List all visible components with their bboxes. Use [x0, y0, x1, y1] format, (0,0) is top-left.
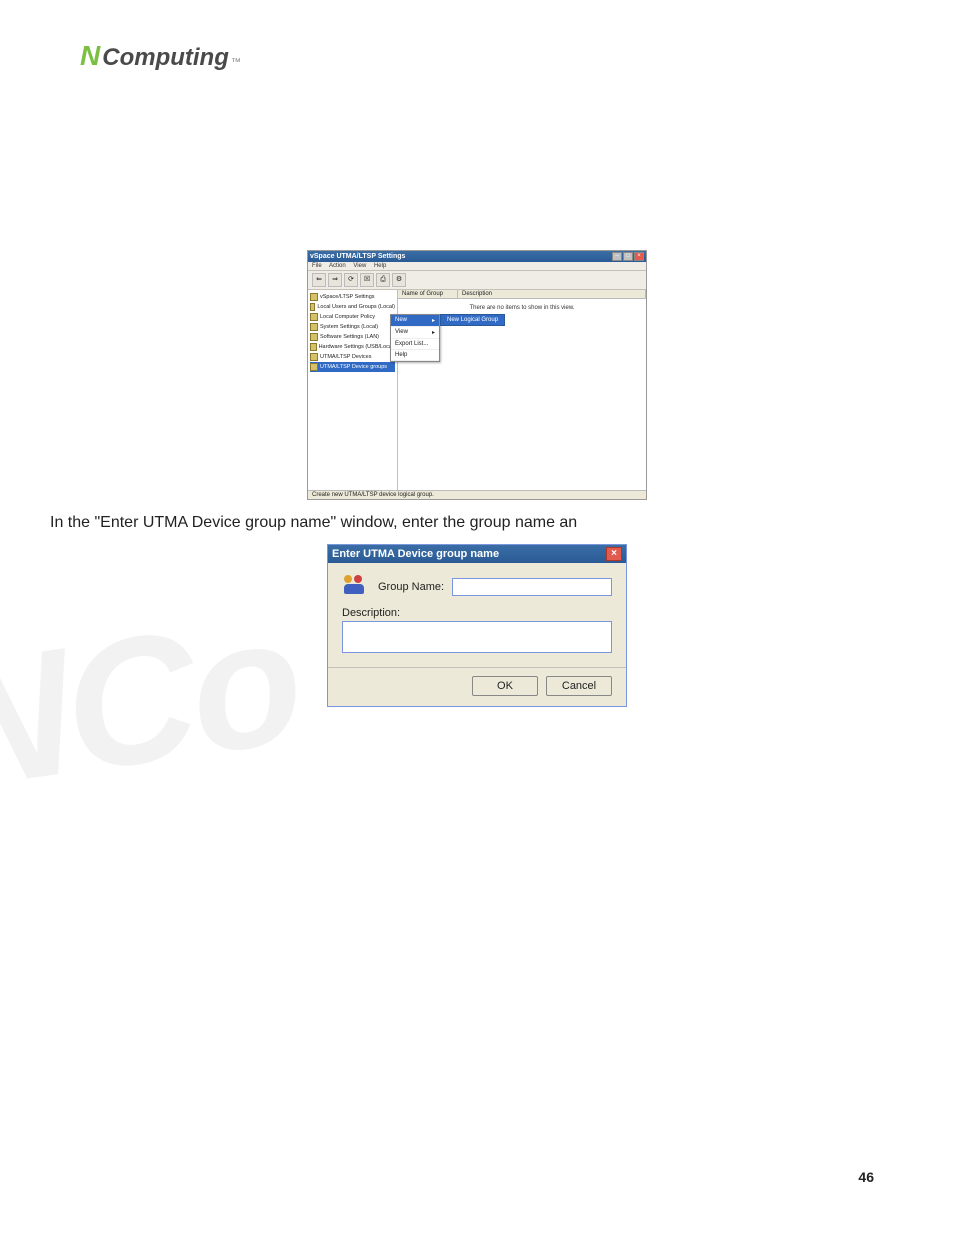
dialog-title: Enter UTMA Device group name — [332, 548, 499, 560]
page-number: 46 — [858, 1169, 874, 1185]
folder-icon — [310, 293, 318, 301]
logo-trademark: ™ — [231, 57, 241, 68]
group-name-dialog: Enter UTMA Device group name × Group Nam… — [327, 544, 627, 707]
list-header: Name of Group Description — [398, 290, 646, 299]
menu-help[interactable]: Help — [374, 263, 386, 269]
toolbar-forward-icon[interactable]: ⇒ — [328, 273, 342, 287]
empty-message: There are no items to show in this view. — [398, 305, 646, 311]
folder-icon — [310, 333, 318, 341]
tree-item[interactable]: Software Settings (LAN) — [310, 332, 395, 342]
logo-text: Computing — [102, 44, 229, 72]
description-input[interactable] — [342, 621, 612, 653]
toolbar-back-icon[interactable]: ⇐ — [312, 273, 326, 287]
folder-icon — [310, 343, 317, 351]
toolbar-export-icon[interactable]: ⎙ — [376, 273, 390, 287]
column-description[interactable]: Description — [458, 290, 646, 298]
folder-icon — [310, 303, 315, 311]
chevron-right-icon: ▸ — [432, 317, 435, 324]
maximize-button[interactable]: □ — [623, 252, 633, 261]
cancel-button[interactable]: Cancel — [546, 676, 612, 696]
window-buttons: – □ × — [612, 252, 644, 261]
group-name-input[interactable] — [452, 578, 612, 596]
context-menu-new[interactable]: New▸ — [391, 315, 439, 327]
window-title: vSpace UTMA/LTSP Settings — [310, 253, 405, 260]
dialog-close-button[interactable]: × — [606, 547, 622, 561]
tree-item[interactable]: Local Users and Groups (Local) — [310, 302, 395, 312]
toolbar-refresh-icon[interactable]: ⟳ — [344, 273, 358, 287]
menu-action[interactable]: Action — [329, 263, 346, 269]
toolbar-properties-icon[interactable]: ⚙ — [392, 273, 406, 287]
menu-file[interactable]: File — [312, 263, 322, 269]
folder-icon — [310, 313, 318, 321]
group-name-label: Group Name: — [378, 581, 444, 593]
dialog-titlebar: Enter UTMA Device group name × — [328, 545, 626, 563]
tree-pane: vSpace/LTSP Settings Local Users and Gro… — [308, 290, 398, 490]
context-submenu-new-logical-group[interactable]: New Logical Group — [440, 314, 505, 326]
tree-item-selected[interactable]: UTMA/LTSP Device groups — [310, 362, 395, 372]
folder-icon — [310, 363, 318, 371]
logo-mark: N — [80, 40, 100, 72]
brand-logo: N Computing ™ — [80, 40, 241, 72]
context-menu: New▸ View▸ Export List... Help — [390, 314, 440, 362]
folder-icon — [310, 323, 318, 331]
instruction-text: In the "Enter UTMA Device group name" wi… — [50, 514, 954, 532]
status-bar: Create new UTMA/LTSP device logical grou… — [308, 490, 646, 499]
group-icon — [342, 575, 370, 599]
column-name[interactable]: Name of Group — [398, 290, 458, 298]
folder-icon — [310, 353, 318, 361]
context-menu-export[interactable]: Export List... — [391, 339, 439, 350]
context-menu-help[interactable]: Help — [391, 350, 439, 361]
description-label: Description: — [342, 607, 612, 619]
tree-item[interactable]: UTMA/LTSP Devices — [310, 352, 395, 362]
settings-window: vSpace UTMA/LTSP Settings – □ × File Act… — [307, 250, 647, 500]
ok-button[interactable]: OK — [472, 676, 538, 696]
close-button[interactable]: × — [634, 252, 644, 261]
separator — [328, 667, 626, 668]
tree-item[interactable]: Hardware Settings (USB/Local) — [310, 342, 395, 352]
tree-item[interactable]: System Settings (Local) — [310, 322, 395, 332]
toolbar-delete-icon[interactable]: ☒ — [360, 273, 374, 287]
list-pane: Name of Group Description There are no i… — [398, 290, 646, 490]
context-menu-view[interactable]: View▸ — [391, 327, 439, 339]
menu-view[interactable]: View — [353, 263, 366, 269]
menu-bar: File Action View Help — [308, 262, 646, 271]
tree-item[interactable]: Local Computer Policy — [310, 312, 395, 322]
window-titlebar: vSpace UTMA/LTSP Settings – □ × — [308, 251, 646, 262]
toolbar: ⇐ ⇒ ⟳ ☒ ⎙ ⚙ — [308, 271, 646, 290]
chevron-right-icon: ▸ — [432, 329, 435, 336]
minimize-button[interactable]: – — [612, 252, 622, 261]
tree-item[interactable]: vSpace/LTSP Settings — [310, 292, 395, 302]
